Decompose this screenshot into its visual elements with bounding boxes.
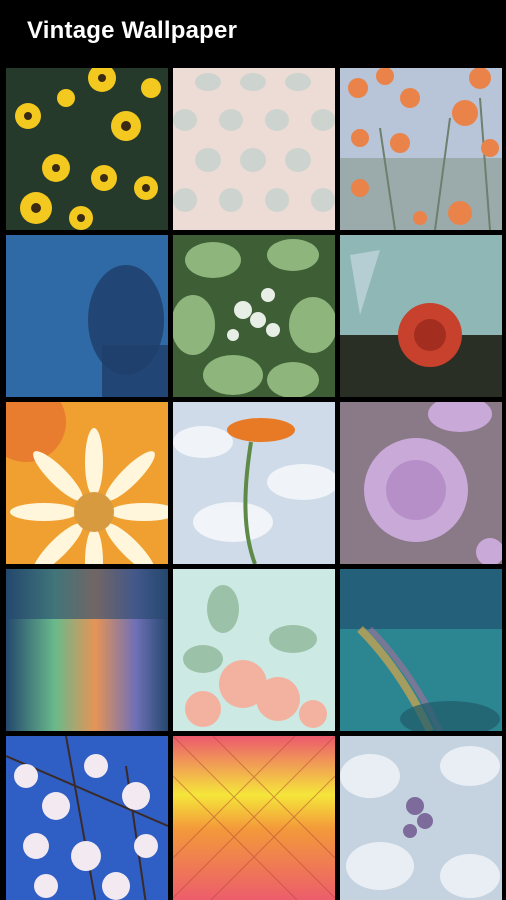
wallpaper-tile-6[interactable] [340, 235, 502, 397]
blue-silhouette-thumbnail [6, 235, 168, 397]
wallpaper-tile-10[interactable] [6, 569, 168, 731]
wallpaper-tile-2[interactable] [173, 68, 335, 230]
lilac-peony-thumbnail [340, 402, 502, 564]
wallpaper-tile-8[interactable] [173, 402, 335, 564]
teal-rainbow-thumbnail [340, 569, 502, 731]
yellow-daisies-thumbnail [6, 68, 168, 230]
wallpaper-tile-13[interactable] [6, 736, 168, 900]
rainbow-haze-thumbnail [6, 569, 168, 731]
app-title: Vintage Wallpaper [27, 17, 238, 44]
wallpaper-tile-12[interactable] [340, 569, 502, 731]
peach-blossom-mint-thumbnail [173, 569, 335, 731]
wallpaper-tile-15[interactable] [340, 736, 502, 900]
green-leaves-thumbnail [173, 235, 335, 397]
red-rose-thumbnail [340, 235, 502, 397]
orange-wildflowers-thumbnail [340, 68, 502, 230]
wallpaper-tile-9[interactable] [340, 402, 502, 564]
wallpaper-tile-1[interactable] [6, 68, 168, 230]
wallpaper-tile-11[interactable] [173, 569, 335, 731]
orange-flower-sky-thumbnail [173, 402, 335, 564]
polka-dot-pattern-thumbnail [173, 68, 335, 230]
white-daisy-sunset-thumbnail [6, 402, 168, 564]
frosted-flowers-thumbnail [340, 736, 502, 900]
sunset-fence-thumbnail [173, 736, 335, 900]
wallpaper-tile-4[interactable] [6, 235, 168, 397]
wallpaper-tile-7[interactable] [6, 402, 168, 564]
wallpaper-tile-14[interactable] [173, 736, 335, 900]
wallpaper-tile-5[interactable] [173, 235, 335, 397]
wallpaper-tile-3[interactable] [340, 68, 502, 230]
app-bar: Vintage Wallpaper [0, 0, 506, 62]
wallpaper-grid[interactable] [0, 62, 506, 900]
cherry-blossom-sky-thumbnail [6, 736, 168, 900]
